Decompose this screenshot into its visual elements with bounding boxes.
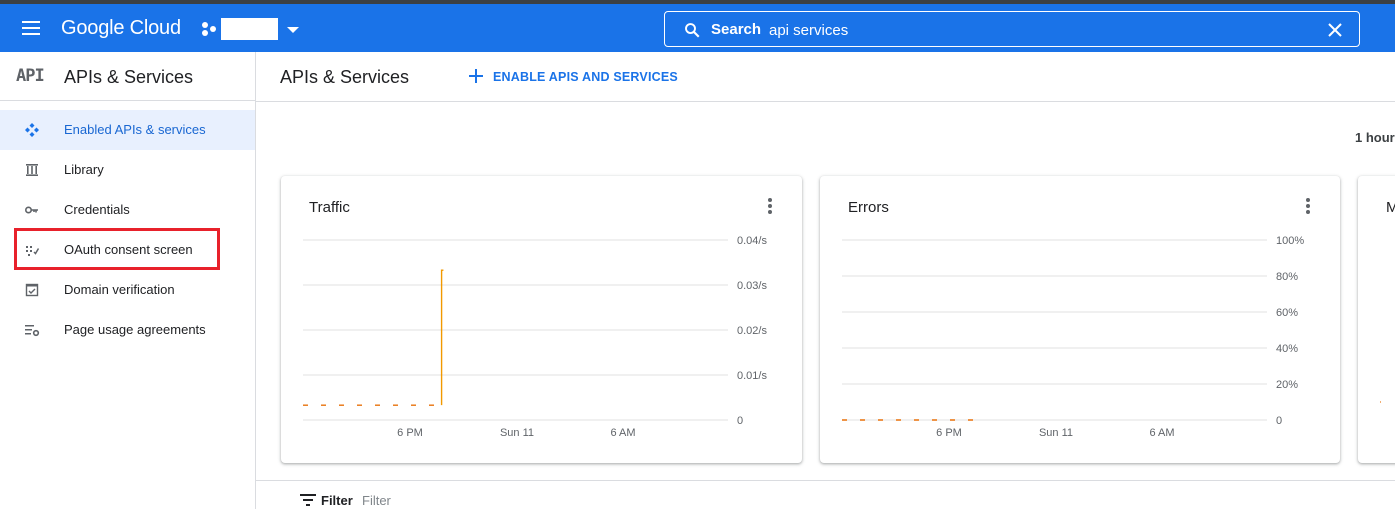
sidebar-item-label: Library [64, 162, 104, 177]
google-cloud-logo[interactable]: Google Cloud [61, 17, 181, 40]
y-tick-label: 20% [1276, 379, 1298, 391]
project-icon[interactable] [201, 21, 217, 37]
sidebar-title: APIs & Services [64, 67, 194, 87]
project-dropdown-caret-icon[interactable] [287, 27, 299, 33]
sidebar-item-label: Page usage agreements [64, 322, 206, 337]
section-divider [256, 480, 1395, 481]
y-tick-label: 0.03/s [737, 280, 767, 292]
y-tick-label: 60% [1276, 307, 1298, 319]
search-label: Search [711, 21, 762, 38]
enable-apis-label: ENABLE APIS AND SERVICES [493, 70, 678, 84]
series-line [440, 269, 444, 406]
filter-input[interactable] [362, 490, 562, 509]
y-tick-label: 0 [1276, 415, 1282, 427]
x-tick-label: 6 PM [397, 427, 423, 439]
main-header: APIs & Services ENABLE APIS AND SERVICES [256, 52, 1395, 102]
traffic-chart: 0 0.01/s 0.02/s 0.03/s 0.04/s 6 PM Sun 11 6 AM [303, 235, 767, 439]
sidebar-item-label: OAuth consent screen [64, 242, 193, 257]
y-tick-label: 40% [1276, 343, 1298, 355]
search-input[interactable] [769, 17, 1289, 43]
sidebar-item-domain-verification[interactable]: Domain verification [0, 270, 255, 310]
sidebar-item-credentials[interactable]: Credentials [0, 190, 255, 230]
search-bar[interactable]: Search [664, 11, 1360, 47]
x-tick-label: Sun 11 [1039, 427, 1073, 439]
traffic-chart-card: Traffic 0 0.01/s 0.02/s 0.03/s 0.04/s 6 PM Sun… [281, 176, 802, 463]
third-chart [1380, 401, 1381, 403]
errors-chart: 0 20% 40% 60% 80% 100% 6 PM Sun 11 6 AM [842, 235, 1304, 439]
x-tick-label: 6 AM [1149, 427, 1174, 439]
y-tick-label: 80% [1276, 271, 1298, 283]
key-icon [24, 206, 38, 214]
filter-label: Filter [321, 493, 353, 508]
filter-icon [300, 494, 316, 506]
sidebar-item-label: Enabled APIs & services [64, 122, 206, 137]
x-tick-label: 6 PM [936, 427, 962, 439]
domain-verification-icon [25, 283, 39, 297]
sidebar-item-oauth-consent[interactable]: OAuth consent screen [0, 230, 255, 270]
sidebar: API APIs & Services Enabled APIs & servi… [0, 52, 256, 509]
time-range-selector[interactable]: 1 hour [1355, 130, 1395, 145]
y-tick-label: 0 [737, 415, 743, 427]
library-icon [26, 164, 38, 176]
sidebar-nav: Enabled APIs & services Library Credenti… [0, 101, 255, 350]
page-title: APIs & Services [280, 67, 410, 87]
project-name-redacted[interactable] [221, 18, 278, 40]
errors-chart-card: Errors 0 20% 40% 60% 80% 100% 6 PM Sun 11 6 AM [820, 176, 1340, 463]
page-usage-icon [25, 325, 40, 337]
api-badge-icon: API [16, 66, 45, 86]
third-chart-card: M [1358, 176, 1395, 463]
y-tick-label: 0.04/s [737, 235, 767, 247]
plus-icon [469, 69, 483, 83]
search-icon [685, 23, 700, 38]
top-app-bar: Google Cloud Search [0, 4, 1395, 52]
close-icon[interactable] [1327, 22, 1343, 38]
enabled-apis-icon [25, 123, 39, 137]
y-tick-label: 100% [1276, 235, 1304, 247]
sidebar-item-library[interactable]: Library [0, 150, 255, 190]
sidebar-item-label: Credentials [64, 202, 130, 217]
y-tick-label: 0.01/s [737, 370, 767, 382]
sidebar-item-page-usage[interactable]: Page usage agreements [0, 310, 255, 350]
menu-icon[interactable] [20, 18, 42, 38]
oauth-consent-icon [26, 246, 40, 256]
sidebar-item-label: Domain verification [64, 282, 175, 297]
sidebar-item-enabled-apis[interactable]: Enabled APIs & services [0, 110, 255, 150]
x-tick-label: 6 AM [610, 427, 635, 439]
sidebar-header: API APIs & Services [0, 52, 255, 101]
y-tick-label: 0.02/s [737, 325, 767, 337]
x-tick-label: Sun 11 [500, 427, 534, 439]
